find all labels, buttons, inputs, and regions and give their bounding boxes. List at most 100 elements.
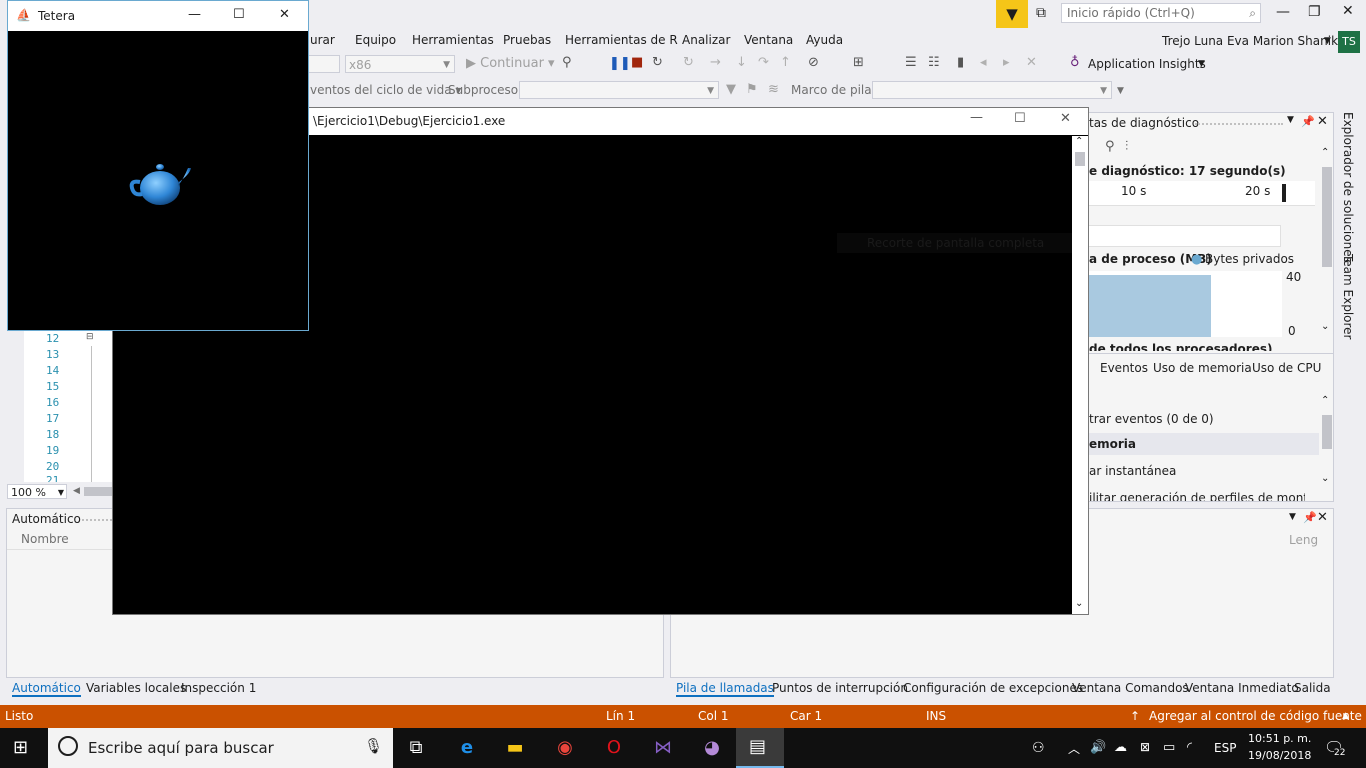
clear-bookmarks-icon[interactable]: ✕: [1026, 55, 1037, 70]
tab-team-explorer[interactable]: Team Explorer: [1341, 254, 1355, 340]
flag-icon[interactable]: ⚑: [746, 82, 758, 97]
clock-date[interactable]: 19/08/2018: [1248, 749, 1311, 762]
app-insights-button[interactable]: Application Insights: [1088, 57, 1206, 71]
minimize-button[interactable]: —: [1276, 4, 1290, 20]
taskbar-search[interactable]: Escribe aquí para buscar 🎙: [48, 728, 393, 768]
threads-icon[interactable]: ≋: [768, 82, 779, 97]
maximize-button[interactable]: ☐: [233, 7, 245, 22]
tab-breakpoints[interactable]: Puntos de interrupción: [772, 681, 908, 695]
network-status-icon[interactable]: ⊠: [1140, 740, 1150, 754]
platform-combo[interactable]: x86 ▼: [345, 55, 455, 73]
close-button[interactable]: ✕: [1342, 3, 1354, 19]
chevron-down-icon[interactable]: ▼: [1117, 86, 1124, 96]
pause-icon[interactable]: ❚❚: [609, 56, 631, 71]
menu-analyze[interactable]: Analizar: [682, 33, 730, 47]
volume-icon[interactable]: 🔊: [1090, 740, 1106, 755]
feedback-filter-icon[interactable]: ▼: [996, 0, 1028, 28]
tab-cpu-usage[interactable]: Uso de CPU: [1252, 361, 1321, 375]
continue-button[interactable]: ▶ Continuar ▾: [466, 56, 555, 71]
maximize-button[interactable]: ☐: [1014, 111, 1026, 126]
restore-button[interactable]: ❐: [1308, 4, 1321, 20]
bookmark-icon[interactable]: ▮: [957, 55, 964, 70]
clock-time[interactable]: 10:51 p. m.: [1248, 732, 1311, 745]
column-language[interactable]: Leng: [1289, 533, 1318, 547]
step-over-icon[interactable]: →: [710, 55, 721, 70]
pin-icon[interactable]: 📌: [1303, 511, 1317, 524]
code-editor[interactable]: 12 ⊟ 13 14 15 16 17 18 19 20 21: [24, 330, 114, 482]
onedrive-icon[interactable]: ☁: [1114, 740, 1127, 755]
chart-icon[interactable]: ⫶: [1125, 139, 1128, 154]
find-icon[interactable]: ⚲: [562, 55, 572, 70]
tab-events[interactable]: Eventos: [1100, 361, 1148, 375]
vertical-scrollbar[interactable]: ⌃ ⌄: [1321, 393, 1333, 489]
task-view-icon[interactable]: ⧉: [404, 737, 428, 759]
teapot-window[interactable]: ⛵ Tetera — ☐ ✕: [7, 0, 309, 331]
user-name[interactable]: Trejo Luna Eva Marion Shanik: [1162, 34, 1338, 48]
show-events-link[interactable]: trar eventos (0 de 0): [1089, 412, 1214, 426]
quick-launch-input[interactable]: Inicio rápido (Ctrl+Q) ⌕: [1061, 3, 1261, 23]
close-button[interactable]: ✕: [1060, 111, 1071, 126]
chevron-up-icon[interactable]: ⌃: [1075, 136, 1083, 147]
tab-solution-explorer[interactable]: Explorador de soluciones: [1341, 112, 1355, 263]
menu-r-tools[interactable]: Herramientas de R: [565, 33, 678, 47]
console-scrollbar[interactable]: ⌃ ⌄: [1072, 136, 1088, 614]
outdent-icon[interactable]: ☷: [928, 55, 940, 70]
tab-immediate-window[interactable]: Ventana Inmediato: [1185, 681, 1299, 695]
close-icon[interactable]: ✕: [1317, 114, 1328, 129]
file-explorer-icon[interactable]: ▬: [503, 737, 527, 759]
next-bookmark-icon[interactable]: ▸: [1003, 55, 1010, 70]
scroll-thumb[interactable]: [1075, 152, 1085, 166]
step-into-icon[interactable]: ↓: [736, 55, 747, 70]
menu-tools[interactable]: Herramientas: [412, 33, 494, 47]
visual-studio-icon[interactable]: ⋈: [651, 737, 675, 759]
zoom-icon[interactable]: ⚲: [1105, 139, 1115, 154]
chevron-down-icon[interactable]: ⌄: [1321, 473, 1329, 484]
indent-icon[interactable]: ☰: [905, 55, 917, 70]
tab-locals[interactable]: Variables locales: [86, 681, 186, 695]
taskbar-active-app[interactable]: ▤: [736, 728, 784, 768]
tab-watch-1[interactable]: Inspección 1: [181, 681, 256, 695]
menu-help[interactable]: Ayuda: [806, 33, 843, 47]
scroll-left-icon[interactable]: ◀: [73, 486, 80, 496]
dropdown-icon[interactable]: ▼: [1289, 512, 1296, 522]
chrome-icon[interactable]: ◉: [553, 737, 577, 759]
tab-exception-settings[interactable]: Configuración de excepciones: [903, 681, 1083, 695]
minimize-button[interactable]: —: [970, 110, 983, 125]
edge-icon[interactable]: e: [455, 737, 479, 759]
timeline-cursor[interactable]: [1282, 184, 1286, 202]
step-out-icon[interactable]: ↑: [780, 55, 791, 70]
breakpoints-icon[interactable]: ⊘: [808, 55, 819, 70]
menu-test[interactable]: Pruebas: [503, 33, 551, 47]
tab-call-stack[interactable]: Pila de llamadas: [676, 681, 774, 697]
wifi-icon[interactable]: ◜: [1187, 740, 1192, 755]
prev-bookmark-icon[interactable]: ◂: [980, 55, 987, 70]
chevron-down-icon[interactable]: ⌄: [1321, 321, 1329, 332]
minimize-button[interactable]: —: [188, 7, 201, 22]
people-icon[interactable]: ⚇: [1032, 740, 1045, 756]
close-icon[interactable]: ✕: [1317, 510, 1328, 525]
teapot-title-bar[interactable]: ⛵ Tetera — ☐ ✕: [8, 1, 308, 31]
memory-chart[interactable]: [1087, 271, 1282, 337]
refresh-icon[interactable]: ↻: [683, 55, 694, 70]
vertical-scrollbar[interactable]: ⌃ ⌄: [1321, 145, 1333, 335]
tab-memory-usage[interactable]: Uso de memoria: [1153, 361, 1252, 375]
pin-icon[interactable]: 📌: [1301, 115, 1315, 128]
microphone-icon[interactable]: 🎙: [364, 737, 383, 755]
chevron-down-icon[interactable]: ⌄: [1075, 598, 1083, 609]
language-indicator[interactable]: ESP: [1214, 741, 1236, 755]
notifications-icon[interactable]: ⧉: [1036, 5, 1046, 21]
tab-command-window[interactable]: Ventana Comandos: [1072, 681, 1189, 695]
opera-icon[interactable]: O: [602, 737, 626, 759]
filter-icon[interactable]: ▼: [726, 82, 736, 97]
stack-frame-combo[interactable]: ▼: [872, 81, 1112, 99]
tab-output[interactable]: Salida: [1294, 681, 1331, 695]
timeline-ruler[interactable]: 10 s 20 s: [1087, 181, 1315, 206]
thread-icon[interactable]: ⊞: [853, 55, 864, 70]
zoom-combo[interactable]: 100 % ▼: [7, 484, 67, 499]
take-snapshot-button[interactable]: ar instantánea: [1089, 464, 1176, 478]
scroll-thumb[interactable]: [1322, 167, 1332, 267]
heap-profiling-option[interactable]: ilitar generación de perfiles de montón …: [1089, 491, 1305, 501]
chevron-down-icon[interactable]: ▼: [1324, 36, 1331, 46]
source-control-button[interactable]: Agregar al control de código fuente: [1149, 709, 1362, 723]
column-name[interactable]: Nombre: [21, 532, 69, 546]
